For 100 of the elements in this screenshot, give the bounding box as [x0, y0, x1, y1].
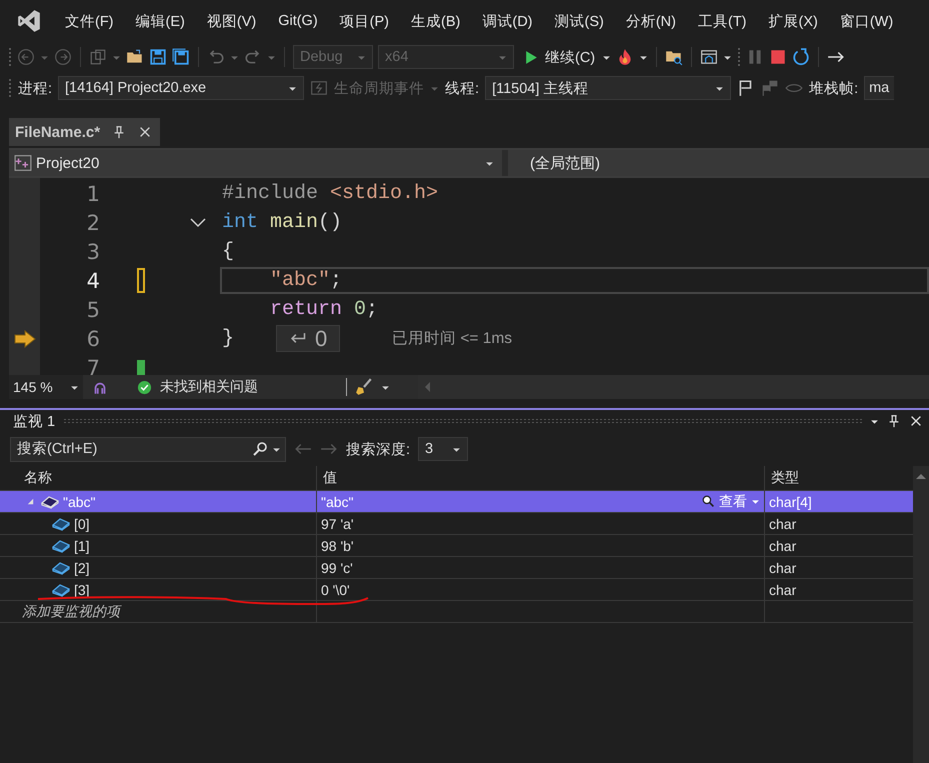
watch-row[interactable]: [2] 99 'c' char — [0, 557, 913, 579]
logo-icon — [16, 8, 42, 34]
collapse-icon[interactable] — [190, 218, 206, 228]
elapsed-time: 已用时间 <= 1ms — [392, 329, 512, 349]
close-icon[interactable] — [909, 414, 923, 428]
lifecycle-icon[interactable] — [310, 79, 328, 97]
forward-icon[interactable] — [54, 48, 72, 66]
stack-frame-label: 堆栈帧: — [809, 80, 858, 98]
return-icon — [289, 332, 308, 345]
menu-item[interactable]: 扩展(X) — [758, 12, 829, 30]
line-number: 1 — [86, 182, 100, 206]
redo-icon[interactable] — [244, 48, 262, 66]
variable-icon — [41, 494, 59, 508]
menu-item[interactable]: 视图(V) — [196, 12, 268, 30]
variable-value: 97 'a' — [321, 516, 354, 532]
project-dropdown[interactable]: Project20 — [9, 150, 502, 176]
vertical-scrollbar[interactable] — [913, 466, 929, 763]
variable-icon — [52, 582, 70, 596]
line-number: 3 — [86, 240, 100, 264]
search-depth-dropdown[interactable]: 3 — [418, 437, 468, 461]
process-dropdown[interactable]: [14164] Project20.exe — [58, 76, 304, 100]
search-icon[interactable] — [252, 441, 268, 457]
code-line: { — [222, 240, 234, 263]
save-all-icon[interactable] — [172, 48, 190, 66]
code-line: int main() — [222, 211, 342, 234]
menu-item[interactable]: 编辑(E) — [124, 12, 196, 30]
return-value: 0 — [315, 326, 328, 352]
variable-type: char — [768, 514, 798, 534]
process-label: 进程: — [18, 80, 52, 98]
variable-value: 98 'b' — [321, 538, 354, 554]
menu-item[interactable]: 窗口(W) — [828, 12, 904, 30]
line-number: 5 — [86, 298, 100, 322]
thread-dropdown[interactable]: [11504] 主线程 — [485, 76, 732, 100]
brush-icon[interactable] — [355, 378, 373, 396]
variable-type: char — [768, 580, 798, 600]
variable-name: [1] — [74, 538, 90, 554]
undo-icon[interactable] — [207, 48, 225, 66]
line-number: 2 — [86, 210, 100, 234]
variable-name: "abc" — [63, 494, 96, 510]
variable-name: [0] — [74, 516, 90, 532]
variable-type: char — [768, 536, 798, 556]
menu-item[interactable]: 项目(P) — [328, 12, 400, 30]
menu-item[interactable]: 测试(S) — [544, 12, 615, 30]
thread-label: 线程: — [445, 80, 480, 98]
pin-icon[interactable] — [887, 414, 901, 428]
close-icon[interactable] — [138, 125, 152, 139]
play-icon — [525, 50, 538, 64]
continue-button[interactable]: 继续(C) — [519, 48, 598, 66]
variable-name: [2] — [74, 560, 90, 576]
search-box[interactable]: 搜索(Ctrl+E) — [10, 436, 286, 462]
panel-title: 监视 1 — [13, 412, 56, 430]
watch-row[interactable]: [0] 97 'a' char — [0, 513, 913, 535]
magnifier-icon — [702, 495, 715, 508]
variable-icon — [52, 516, 70, 530]
document-tab[interactable]: FileName.c* — [9, 118, 160, 146]
restart-icon[interactable] — [792, 48, 810, 66]
add-watch-field[interactable]: 添加要监视的项 — [18, 601, 317, 622]
code-line: "abc"; — [269, 269, 342, 292]
column-header[interactable]: 值 — [317, 466, 765, 490]
stack-frame-dropdown[interactable]: ma — [864, 76, 894, 100]
search-field[interactable]: 搜索(Ctrl+E) — [15, 441, 248, 457]
scroll-up-icon[interactable] — [915, 472, 927, 480]
variable-type: char[4] — [768, 492, 813, 512]
menu-item[interactable]: 调试(D) — [471, 12, 544, 30]
check-icon — [137, 380, 152, 394]
variable-value: 99 'c' — [321, 560, 353, 576]
menu-item[interactable]: 文件(F) — [54, 12, 125, 30]
issues-status[interactable]: 未找到相关问题 — [160, 378, 258, 396]
expander-icon[interactable] — [26, 497, 35, 506]
menu-item[interactable]: 工具(T) — [686, 12, 758, 30]
menu-item[interactable]: 生成(B) — [400, 12, 472, 30]
column-header[interactable]: 名称 — [18, 466, 317, 490]
pin-icon[interactable] — [112, 125, 126, 139]
watch-row[interactable]: [1] 98 'b' char — [0, 535, 913, 557]
variable-value: "abc" — [321, 494, 354, 510]
variable-value: 0 '\0' — [321, 582, 350, 598]
variable-icon — [52, 560, 70, 574]
zoom-dropdown[interactable]: 145 % — [9, 375, 83, 399]
code-line: #include <stdio.h> — [222, 182, 438, 205]
variable-icon — [52, 538, 70, 552]
watch-row[interactable]: "abc" "abc" 查看 char[4] — [0, 491, 913, 513]
line-number: 7 — [86, 356, 100, 375]
view-button[interactable]: 查看 — [698, 492, 764, 510]
column-header[interactable]: 类型 — [765, 466, 913, 490]
code-line: } — [222, 327, 234, 350]
flags-icon[interactable] — [761, 79, 780, 97]
back-icon[interactable] — [17, 48, 35, 66]
menu-item[interactable]: Git(G) — [267, 13, 329, 29]
tab-title: FileName.c* — [15, 124, 100, 140]
line-number: 6 — [86, 326, 100, 350]
project-icon — [14, 154, 32, 172]
new-item-icon[interactable] — [89, 48, 107, 66]
stop-icon[interactable] — [769, 48, 788, 66]
scope-dropdown[interactable]: (全局范围) — [508, 150, 929, 176]
line-number: 4 — [86, 268, 100, 292]
save-icon[interactable] — [149, 48, 167, 66]
search-depth-label: 搜索深度: — [346, 440, 410, 458]
variable-type: char — [768, 558, 798, 578]
window-layout-icon[interactable] — [700, 48, 718, 66]
menu-item[interactable]: 分析(N) — [614, 12, 687, 30]
